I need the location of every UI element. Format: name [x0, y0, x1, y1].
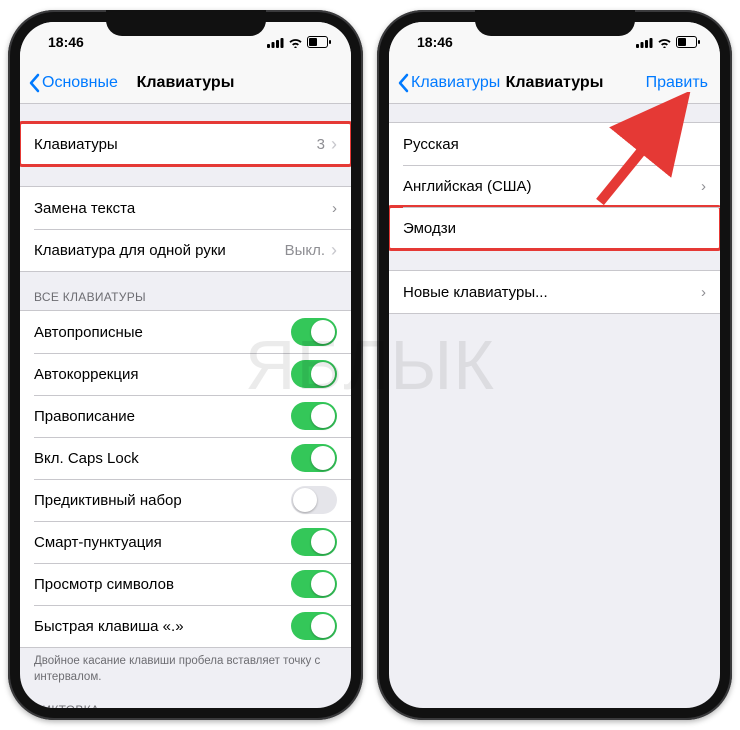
nav-back-label: Основные [42, 74, 118, 92]
wifi-icon [288, 37, 303, 48]
row-label: Просмотр символов [34, 576, 174, 593]
phone-right: 18:46 Клавиатуры Клавиатуры Править Рус [377, 10, 732, 720]
battery-icon [307, 36, 331, 48]
nav-bar: Основные Клавиатуры [20, 62, 351, 104]
row-label: Правописание [34, 408, 135, 425]
group-text-options: Замена текста › Клавиатура для одной рук… [20, 186, 351, 272]
phone-left: 18:46 Основные Клавиатуры Клавиатуры 3 › [8, 10, 363, 720]
status-time: 18:46 [417, 34, 453, 50]
toggle-charpreview[interactable] [291, 570, 337, 598]
row-label: Новые клавиатуры... [403, 284, 548, 301]
row-autocaps[interactable]: Автопрописные [20, 311, 351, 353]
notch [106, 10, 266, 36]
screen-left: 18:46 Основные Клавиатуры Клавиатуры 3 › [20, 22, 351, 708]
toggle-shortcut[interactable] [291, 612, 337, 640]
row-label: Английская (США) [403, 178, 532, 195]
nav-back-label: Клавиатуры [411, 74, 500, 92]
row-label: Замена текста [34, 200, 135, 217]
row-label: Вкл. Caps Lock [34, 450, 139, 467]
row-predictive[interactable]: Предиктивный набор [20, 479, 351, 521]
row-label: Автокоррекция [34, 366, 138, 383]
signal-icon [636, 37, 653, 48]
row-keyboards[interactable]: Клавиатуры 3 › [20, 123, 351, 165]
screen-right: 18:46 Клавиатуры Клавиатуры Править Рус [389, 22, 720, 708]
status-icons [636, 36, 700, 48]
keyboards-content: Русская Английская (США) › Эмодзи Новые … [389, 104, 720, 708]
row-smartpunct[interactable]: Смарт-пунктуация [20, 521, 351, 563]
chevron-right-icon: › [701, 284, 706, 301]
chevron-right-icon: › [332, 200, 337, 217]
row-label: Эмодзи [403, 220, 456, 237]
row-value: Выкл. › [285, 240, 337, 261]
group-header-dictation: ДИКТОВКА [20, 685, 351, 708]
row-spelling[interactable]: Правописание [20, 395, 351, 437]
row-label: Клавиатуры [34, 136, 118, 153]
row-label: Русская [403, 136, 459, 153]
row-kb-emoji[interactable]: Эмодзи [389, 207, 720, 249]
chevron-right-icon: › [701, 178, 706, 195]
signal-icon [267, 37, 284, 48]
chevron-left-icon [28, 73, 40, 93]
row-value: 3 › [317, 134, 337, 155]
nav-edit-button[interactable]: Править [646, 74, 708, 92]
one-hand-value: Выкл. [285, 242, 325, 259]
nav-back-button[interactable]: Основные [28, 73, 118, 93]
battery-icon [676, 36, 700, 48]
toggle-predictive[interactable] [291, 486, 337, 514]
chevron-right-icon: › [331, 134, 337, 155]
group-header-all-kb: ВСЕ КЛАВИАТУРЫ [20, 272, 351, 310]
status-time: 18:46 [48, 34, 84, 50]
row-kb-russian[interactable]: Русская [389, 123, 720, 165]
row-one-hand[interactable]: Клавиатура для одной руки Выкл. › [20, 229, 351, 271]
row-charpreview[interactable]: Просмотр символов [20, 563, 351, 605]
row-label: Смарт-пунктуация [34, 534, 162, 551]
row-shortcut[interactable]: Быстрая клавиша «.» [20, 605, 351, 647]
row-label: Предиктивный набор [34, 492, 182, 509]
notch [475, 10, 635, 36]
group-new-kb: Новые клавиатуры... › [389, 270, 720, 314]
status-icons [267, 36, 331, 48]
group-all-keyboards: Автопрописные Автокоррекция Правописание… [20, 310, 351, 648]
nav-back-button[interactable]: Клавиатуры [397, 73, 500, 93]
row-label: Клавиатура для одной руки [34, 242, 226, 259]
toggle-capslock[interactable] [291, 444, 337, 472]
toggle-autocaps[interactable] [291, 318, 337, 346]
settings-content: Клавиатуры 3 › Замена текста › Клавиатур… [20, 104, 351, 708]
row-kb-english[interactable]: Английская (США) › [389, 165, 720, 207]
keyboards-count: 3 [317, 136, 325, 153]
row-autocorrect[interactable]: Автокоррекция [20, 353, 351, 395]
group-keyboards: Клавиатуры 3 › [20, 122, 351, 166]
chevron-left-icon [397, 73, 409, 93]
row-label: Автопрописные [34, 324, 143, 341]
toggle-spelling[interactable] [291, 402, 337, 430]
row-capslock[interactable]: Вкл. Caps Lock [20, 437, 351, 479]
chevron-right-icon: › [331, 240, 337, 261]
row-label: Быстрая клавиша «.» [34, 618, 184, 635]
group-kb-list: Русская Английская (США) › Эмодзи [389, 122, 720, 250]
toggle-autocorrect[interactable] [291, 360, 337, 388]
toggle-smartpunct[interactable] [291, 528, 337, 556]
nav-bar: Клавиатуры Клавиатуры Править [389, 62, 720, 104]
footer-space-shortcut: Двойное касание клавиши пробела вставляе… [20, 648, 351, 685]
row-text-replace[interactable]: Замена текста › [20, 187, 351, 229]
wifi-icon [657, 37, 672, 48]
row-new-keyboards[interactable]: Новые клавиатуры... › [389, 271, 720, 313]
